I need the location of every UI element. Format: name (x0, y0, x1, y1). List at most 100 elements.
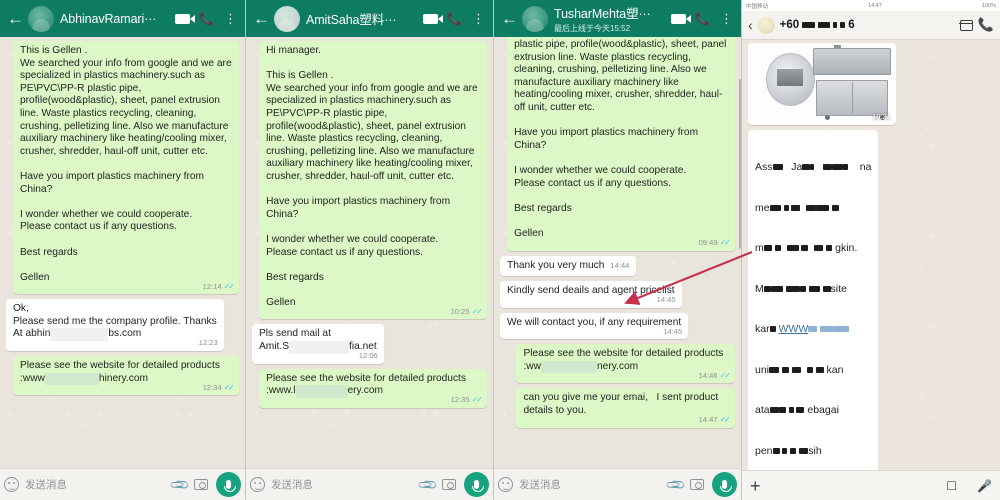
message-meta: 12:35 ✓✓ (450, 394, 484, 407)
chat-header-4: ‹ +60 6 📞 (742, 11, 1000, 40)
message-bubble[interactable]: Thank you very much 14:44 (500, 255, 637, 277)
message-list-3[interactable]: plastic pipe, profile(wood&plastic), she… (494, 37, 741, 468)
back-arrow-icon[interactable]: ← (5, 10, 28, 27)
message-row: Please see the website for detailed prod… (500, 344, 735, 384)
overflow-menu-icon[interactable]: ⋮ (472, 12, 485, 25)
chat-header-3: ← TusharMehta塑··· 最后上线于今天15:52 📞 ⋮ (494, 0, 741, 37)
message-time: 14:46 (698, 370, 718, 380)
message-bubble[interactable]: This is Gellen . We searched your info f… (13, 41, 239, 295)
back-arrow-icon[interactable]: ← (251, 10, 274, 27)
machine-wheel (824, 114, 830, 120)
redacted-line: uni kan (755, 363, 844, 376)
image-time: 10:21 (872, 114, 890, 121)
message-row: Kindly send deails and agent pricelist 14… (500, 281, 735, 308)
header-titles: TusharMehta塑··· 最后上线于今天15:52 (554, 3, 671, 34)
read-receipt-icon: ✓✓ (471, 395, 483, 405)
emoji-icon[interactable] (250, 477, 265, 492)
message-time: 12:35 (450, 395, 470, 405)
microphone-button[interactable] (464, 472, 489, 497)
message-bubble[interactable]: Kindly send deails and agent pricelist 14… (500, 281, 682, 308)
link-www[interactable]: WWW (779, 323, 809, 335)
redacted-line: kar WWW (755, 323, 871, 337)
message-input[interactable]: 发送消息 (519, 477, 662, 492)
chat-panel-3: ← TusharMehta塑··· 最后上线于今天15:52 📞 ⋮ plast… (494, 0, 742, 500)
overflow-menu-icon[interactable]: ⋮ (224, 12, 237, 25)
video-call-icon[interactable] (174, 13, 195, 24)
message-meta: 14:45 (663, 326, 682, 339)
message-meta: 14:46 ✓✓ (698, 370, 732, 383)
avatar[interactable] (274, 5, 300, 32)
video-call-icon[interactable] (422, 13, 443, 24)
overflow-menu-icon[interactable]: ⋮ (720, 12, 733, 25)
scrollbar[interactable] (738, 79, 741, 249)
attachment-clip-icon[interactable]: 📎 (169, 473, 192, 496)
contact-name[interactable]: AbhinavRamari··· (60, 12, 175, 26)
message-time: 10:25 (450, 306, 470, 316)
back-arrow-icon[interactable]: ‹ (748, 17, 753, 33)
avatar[interactable] (522, 5, 548, 32)
message-meta: 09:49 ✓✓ (699, 237, 732, 250)
image-message[interactable]: 10:21 (748, 43, 896, 125)
composer-1[interactable]: 发送消息 📎 (0, 468, 245, 500)
phone-call-icon[interactable]: 📞 (447, 12, 463, 25)
microphone-button[interactable] (712, 472, 737, 497)
redacted-digits (840, 22, 846, 28)
message-bubble[interactable]: Please see the website for detailed prod… (516, 344, 735, 384)
composer-3[interactable]: 发送消息 📎 (494, 468, 741, 500)
message-bubble[interactable]: can you give me your emai, I sent produc… (516, 388, 735, 428)
contact-last-seen: 最后上线于今天15:52 (554, 24, 631, 33)
message-bubble[interactable]: Please see the website for detailed prod… (259, 368, 487, 408)
contact-name[interactable]: AmitSaha塑料··· (306, 9, 423, 28)
message-time: 14:47 (698, 415, 718, 425)
message-list-2[interactable]: Hi manager. This is Gellen . We searched… (246, 37, 493, 468)
add-attachment-icon[interactable]: + (750, 477, 761, 495)
message-row: Please see the website for detailed prod… (252, 368, 487, 408)
camera-icon[interactable] (690, 479, 704, 490)
message-list-4[interactable]: 10:21 Ass Ja na me m gkin. M site kar WW… (742, 40, 1000, 470)
message-row: Thank you very much 14:44 (500, 255, 735, 277)
phone-call-icon[interactable]: 📞 (199, 12, 215, 25)
sticker-icon[interactable]: ☐ (946, 479, 957, 493)
message-bubble[interactable]: We will contact you, if any requirement 1… (500, 312, 689, 340)
avatar[interactable] (28, 5, 54, 32)
microphone-button[interactable] (216, 472, 241, 497)
message-bubble[interactable]: Please see the website for detailed prod… (13, 356, 239, 396)
add-call-icon[interactable]: 📞 (978, 17, 994, 33)
redacted-text (289, 341, 350, 354)
phone-call-icon[interactable]: 📞 (695, 12, 711, 25)
message-row: plastic pipe, profile(wood&plastic), she… (500, 37, 735, 251)
status-carrier: 中国移动 (746, 3, 769, 10)
business-catalog-icon[interactable] (959, 19, 974, 31)
back-arrow-icon[interactable]: ← (499, 10, 522, 27)
redacted-line: ata ebagai (755, 404, 839, 416)
message-bubble[interactable]: Ass Ja na me m gkin. M site kar WWW uni … (748, 130, 879, 470)
contact-name[interactable]: TusharMehta塑··· (554, 3, 671, 22)
redacted-line: M site (755, 282, 847, 295)
message-bubble[interactable]: plastic pipe, profile(wood&plastic), she… (507, 37, 735, 251)
redacted-text (295, 385, 348, 398)
video-call-icon[interactable] (670, 13, 691, 24)
message-list-1[interactable]: This is Gellen . We searched your info f… (0, 37, 245, 468)
read-receipt-icon: ✓✓ (223, 382, 235, 392)
composer-4[interactable]: + ☐ 🎤 (742, 470, 1000, 500)
avatar[interactable] (757, 16, 775, 34)
message-meta: 12:14 ✓✓ (203, 281, 236, 294)
attachment-clip-icon[interactable]: 📎 (417, 473, 440, 496)
microphone-icon[interactable]: 🎤 (977, 479, 992, 493)
message-input[interactable]: 发送消息 (25, 477, 166, 492)
message-bubble[interactable]: Hi manager. This is Gellen . We searched… (259, 41, 487, 320)
read-receipt-icon: ✓✓ (223, 281, 235, 291)
message-bubble[interactable]: Pls send mail at Amit.S fia.net 12:06 (252, 324, 384, 364)
camera-icon[interactable] (442, 479, 456, 490)
message-input[interactable]: 发送消息 (271, 477, 414, 492)
message-meta: 10:25 ✓✓ (450, 306, 484, 319)
attachment-clip-icon[interactable]: 📎 (665, 473, 688, 496)
message-time: 14:45 (663, 326, 683, 336)
redacted-text (541, 360, 597, 374)
composer-2[interactable]: 发送消息 📎 (246, 468, 493, 500)
camera-icon[interactable] (194, 479, 208, 490)
contact-number[interactable]: +60 6 (780, 19, 955, 31)
message-bubble[interactable]: Ok, Please send me the company profile. … (6, 299, 224, 352)
emoji-icon[interactable] (4, 477, 19, 492)
emoji-icon[interactable] (498, 477, 513, 492)
